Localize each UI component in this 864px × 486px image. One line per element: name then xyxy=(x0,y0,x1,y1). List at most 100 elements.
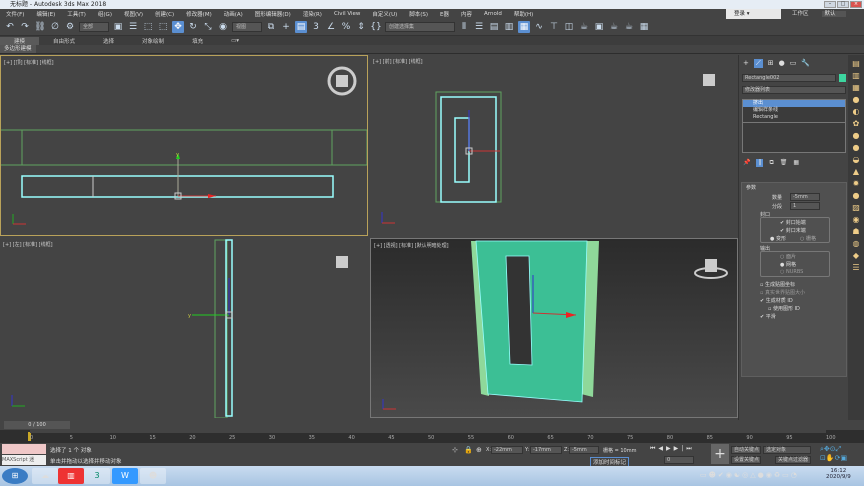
material-editor-icon[interactable]: ◫ xyxy=(563,21,575,33)
maxscript-listener[interactable] xyxy=(2,444,46,454)
show-end-result-icon[interactable]: ‖ xyxy=(756,159,764,167)
menu-edit[interactable]: 编辑(E) xyxy=(30,10,61,18)
stack-item-edit-spline[interactable]: 编辑样条线 xyxy=(743,107,845,114)
arnold-icon[interactable]: ▦ xyxy=(638,21,650,33)
menu-scripting[interactable]: 脚本(S) xyxy=(403,10,434,18)
menu-arnold[interactable]: Arnold xyxy=(478,11,508,17)
viewport-label[interactable]: [+] [顶] [标准] [线框] xyxy=(4,59,54,66)
mirror-icon[interactable]: ⫴ xyxy=(458,21,470,33)
selection-filter-dropdown[interactable]: 全部 xyxy=(79,22,109,32)
auto-key-button[interactable]: 自动关键点 xyxy=(731,446,761,454)
link-icon[interactable]: ⛓ xyxy=(34,21,46,33)
menu-views[interactable]: 视图(V) xyxy=(118,10,149,18)
polygon-modeling-label[interactable]: 多边形建模 xyxy=(0,45,36,53)
minimize-button[interactable]: – xyxy=(824,1,836,8)
robot-icon[interactable]: ☗ xyxy=(852,227,859,236)
named-selection-set-dropdown[interactable]: 创建选择集 xyxy=(385,22,455,32)
stack-item-rectangle[interactable]: Rectangle xyxy=(743,114,845,121)
reference-coord-dropdown[interactable]: 视图 xyxy=(232,22,262,32)
rect-selection-icon[interactable]: ⬚ xyxy=(142,21,154,33)
motion-tab-icon[interactable]: ● xyxy=(779,59,785,68)
placement-icon[interactable]: ◉ xyxy=(217,21,229,33)
modifier-list-dropdown[interactable]: 修改器列表 xyxy=(742,86,846,94)
helper-icon[interactable]: ✿ xyxy=(853,119,860,128)
menu-animation[interactable]: 动画(A) xyxy=(218,10,249,18)
current-frame-field[interactable]: 0 xyxy=(664,456,694,464)
start-button[interactable]: ⊞ xyxy=(2,468,28,484)
nurbs-radio[interactable]: ○ NURBS xyxy=(780,269,803,275)
select-rotate-icon[interactable]: ↻ xyxy=(187,21,199,33)
menu-rendering[interactable]: 渲染(R) xyxy=(297,10,328,18)
x-coord-field[interactable]: -22mm xyxy=(491,446,523,454)
menu-create[interactable]: 创建(C) xyxy=(149,10,180,18)
modify-tab-icon[interactable]: ⟋ xyxy=(753,59,763,68)
sphere-icon[interactable]: ● xyxy=(853,131,860,140)
light-icon[interactable]: ● xyxy=(853,95,860,104)
viewport-nav-icons[interactable]: ⌕✥⊙⤢ ⊡✋⟳▣ xyxy=(820,445,847,462)
tab-object-paint[interactable]: 对象绘制 xyxy=(128,37,178,45)
isolate-icon[interactable]: ⊹ xyxy=(452,446,458,454)
3dsmax-icon[interactable]: 3 xyxy=(84,468,110,484)
select-by-name-icon[interactable]: ☰ xyxy=(127,21,139,33)
z-coord-field[interactable]: -5mm xyxy=(569,446,599,454)
morph-radio[interactable]: ● 变形 xyxy=(770,235,786,242)
selection-dropdown[interactable]: 选定对象 xyxy=(763,446,811,454)
cloud-app-icon[interactable]: ☁ xyxy=(32,468,58,484)
bind-space-warp-icon[interactable]: ⚙ xyxy=(64,21,76,33)
render-setup-icon[interactable]: ☕ xyxy=(578,21,590,33)
system-tray-icons[interactable]: ▭☻✔◉☯◎△●◉♻▭◔ xyxy=(700,471,799,479)
segments-spinner[interactable]: 1 xyxy=(790,202,820,210)
list-icon[interactable]: ☰ xyxy=(852,263,859,272)
pill-icon[interactable]: ◉ xyxy=(853,215,860,224)
snap-3d-icon[interactable]: 3 xyxy=(310,21,322,33)
key-filters-button[interactable]: 关键点过滤器 xyxy=(775,456,811,464)
curve-editor-icon[interactable]: ∿ xyxy=(533,21,545,33)
menu-help[interactable]: 帮助(H) xyxy=(508,10,539,18)
track-bar[interactable]: 0 5 10 15 20 25 30 35 40 45 50 55 60 65 70 75 80 85 90 95 10… xyxy=(0,430,864,443)
wps-icon[interactable]: W xyxy=(112,468,138,484)
viewport-left[interactable]: [+] [左] [标准] [线框] y xyxy=(0,238,368,418)
remove-modifier-icon[interactable]: 🗑 xyxy=(780,159,788,167)
angle-snap-icon[interactable]: ∠ xyxy=(325,21,337,33)
menu-file[interactable]: 文件(F) xyxy=(0,10,30,18)
make-unique-icon[interactable]: ⧉ xyxy=(769,159,773,167)
maximize-button[interactable]: □ xyxy=(837,1,849,8)
sphere2-icon[interactable]: ● xyxy=(853,143,860,152)
menu-e[interactable]: E器 xyxy=(434,10,455,18)
absolute-mode-icon[interactable]: ⊕ xyxy=(476,446,482,454)
viewport-perspective[interactable]: [+] [透视] [标准] [默认明暗处理] xyxy=(370,238,738,418)
redo-icon[interactable]: ↷ xyxy=(19,21,31,33)
edit-named-sets-icon[interactable]: {} xyxy=(370,21,382,33)
workspace-value[interactable]: 默认 xyxy=(821,11,846,17)
time-slider[interactable]: 0 / 100 xyxy=(0,420,864,430)
set-key-button[interactable]: 设置关键点 xyxy=(731,456,761,464)
smooth-checkbox[interactable]: ✔ 平滑 xyxy=(760,313,776,320)
grid-radio[interactable]: ○ 栅格 xyxy=(800,235,816,242)
tab-populate[interactable]: 填充 xyxy=(178,37,217,45)
use-shape-id-checkbox[interactable]: ▫ 使用图形 ID xyxy=(768,305,800,312)
cone-icon[interactable]: ▲ xyxy=(853,167,859,176)
login-dropdown[interactable]: 登录 ▾ xyxy=(726,9,781,19)
scene-explorer-icon[interactable]: ▤ xyxy=(488,21,500,33)
graphite-toggle-icon[interactable]: ▦ xyxy=(518,21,530,33)
real-world-checkbox[interactable]: ▫ 真实世界贴图大小 xyxy=(760,289,805,296)
hierarchy-tab-icon[interactable]: ⊞ xyxy=(768,59,774,68)
undo-icon[interactable]: ↶ xyxy=(4,21,16,33)
tab-freeform[interactable]: 自由形式 xyxy=(39,37,89,45)
bowl-icon[interactable]: ◒ xyxy=(853,155,860,164)
mesh-radio[interactable]: ● 网格 xyxy=(780,261,796,268)
rendered-frame-icon[interactable]: ▣ xyxy=(593,21,605,33)
avatar-app-icon[interactable]: ☻ xyxy=(140,468,166,484)
rollout-title[interactable]: 参数 xyxy=(746,184,756,191)
scene-icon[interactable]: ▤ xyxy=(852,59,860,68)
tab-selection[interactable]: 选择 xyxy=(89,37,128,45)
pivot-center-icon[interactable]: ⧉ xyxy=(265,21,277,33)
spinner-snap-icon[interactable]: ⇕ xyxy=(355,21,367,33)
lock-icon[interactable]: 🔒 xyxy=(464,446,473,454)
clock[interactable]: 16:12 2020/9/9 xyxy=(826,468,851,480)
create-tab-icon[interactable]: + xyxy=(743,59,749,68)
menu-tools[interactable]: 工具(T) xyxy=(61,10,92,18)
y-coord-field[interactable]: -17mm xyxy=(530,446,562,454)
cap-start-checkbox[interactable]: ✔ 封口始端 xyxy=(780,219,806,226)
menu-civil-view[interactable]: Civil View xyxy=(328,11,366,17)
